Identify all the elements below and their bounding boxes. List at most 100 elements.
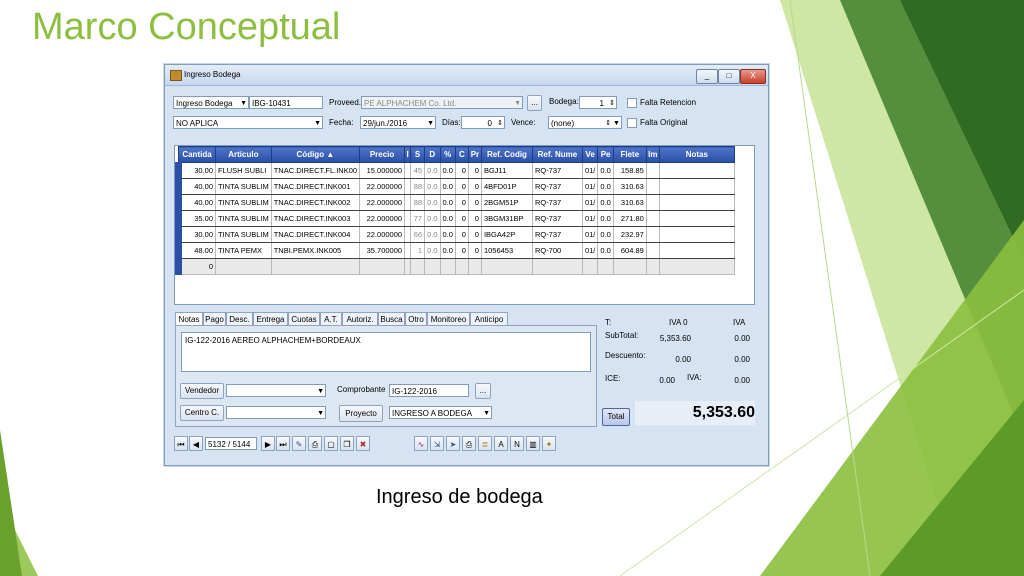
cell-c[interactable]: 0 bbox=[454, 162, 469, 179]
comprobante-search-button[interactable]: ... bbox=[475, 383, 491, 399]
centro-costo-button[interactable]: Centro C. bbox=[180, 405, 224, 421]
cell-codigo[interactable]: TNBI.PEMX.INK005 bbox=[270, 242, 361, 259]
new-row-cantidad[interactable]: 0 bbox=[175, 258, 216, 275]
vence-picker[interactable]: (none) ⇕ ▼ bbox=[548, 116, 622, 129]
cell-im[interactable] bbox=[645, 194, 660, 211]
cell-ref-codigo[interactable]: 3BGM31BP bbox=[480, 210, 533, 227]
cell-ref-codigo[interactable]: 2BGM51P bbox=[480, 194, 533, 211]
cell-ref-codigo[interactable]: 1056453 bbox=[480, 242, 533, 259]
cell-s[interactable]: 45 bbox=[410, 162, 426, 179]
list-icon[interactable]: ≣ bbox=[478, 436, 492, 451]
cell-notas[interactable] bbox=[658, 210, 735, 227]
proyecto-button[interactable]: Proyecto bbox=[339, 405, 383, 422]
cell-s[interactable]: 88 bbox=[410, 194, 426, 211]
new-row-cell[interactable] bbox=[439, 258, 456, 275]
cell-im[interactable] bbox=[645, 178, 660, 195]
cell-codigo[interactable]: TNAC.DIRECT.INK004 bbox=[270, 226, 361, 243]
col-c[interactable]: C bbox=[454, 146, 469, 163]
new-row-cell[interactable] bbox=[612, 258, 647, 275]
cell-c[interactable]: 0 bbox=[454, 194, 469, 211]
new-row[interactable]: 0 bbox=[175, 258, 735, 275]
new-row-cell[interactable] bbox=[270, 258, 361, 275]
falta-original-checkbox[interactable] bbox=[627, 118, 637, 128]
cell-pe[interactable]: 0.0 bbox=[597, 242, 614, 259]
cell-d[interactable]: 0.0 bbox=[424, 162, 441, 179]
cell-ref-codigo[interactable]: BGJ11 bbox=[480, 162, 533, 179]
tab-anticipo[interactable]: Anticipo bbox=[470, 312, 508, 325]
cell-im[interactable] bbox=[645, 162, 660, 179]
comprobante-field[interactable]: IG-122-2016 bbox=[389, 384, 469, 397]
new-row-cell[interactable] bbox=[597, 258, 614, 275]
cell-codigo[interactable]: TNAC.DIRECT.INK001 bbox=[270, 178, 361, 195]
cell-pe[interactable]: 0.0 bbox=[597, 178, 614, 195]
new-row-cell[interactable] bbox=[581, 258, 599, 275]
new-row-cell[interactable] bbox=[645, 258, 660, 275]
col-pe[interactable]: Pe bbox=[597, 146, 614, 163]
col-ref-numero[interactable]: Ref. Nume bbox=[531, 146, 583, 163]
col-d[interactable]: D bbox=[424, 146, 441, 163]
tab-busca[interactable]: Busca bbox=[378, 312, 405, 325]
cell-ref-numero[interactable]: RQ-737 bbox=[531, 210, 583, 227]
tab-pago[interactable]: Pago bbox=[203, 312, 226, 325]
cell-flete[interactable]: 232.97 bbox=[612, 226, 647, 243]
table-row[interactable]: 40.00 TINTA SUBLIM TNAC.DIRECT.INK002 22.00… bbox=[175, 194, 735, 211]
cell-articulo[interactable]: TINTA PEMX bbox=[215, 242, 272, 259]
cell-ref-numero[interactable]: RQ-700 bbox=[531, 242, 583, 259]
cell-pr[interactable]: 0 bbox=[467, 194, 482, 211]
cell-s[interactable]: 77 bbox=[410, 210, 426, 227]
proveedor-search-button[interactable]: ... bbox=[527, 95, 542, 111]
new-row-cell[interactable] bbox=[454, 258, 469, 275]
tab-autoriz[interactable]: Autoriz. bbox=[342, 312, 378, 325]
cell-porcentaje[interactable]: 0.0 bbox=[439, 194, 456, 211]
minimize-button[interactable]: _ bbox=[696, 69, 718, 84]
cell-ref-numero[interactable]: RQ-737 bbox=[531, 194, 583, 211]
tab-entrega[interactable]: Entrega bbox=[253, 312, 288, 325]
col-porcentaje[interactable]: % bbox=[439, 146, 456, 163]
cell-pr[interactable]: 0 bbox=[467, 178, 482, 195]
cell-d[interactable]: 0.0 bbox=[424, 226, 441, 243]
new-row-cell[interactable] bbox=[658, 258, 735, 275]
wand-icon[interactable]: ✦ bbox=[542, 436, 556, 451]
cell-pr[interactable]: 0 bbox=[467, 210, 482, 227]
cell-ve[interactable]: 01/ bbox=[581, 194, 599, 211]
new-row-cell[interactable] bbox=[424, 258, 441, 275]
cell-articulo[interactable]: FLUSH SUBLI bbox=[215, 162, 272, 179]
col-cantidad[interactable]: Cantida bbox=[178, 146, 216, 163]
cell-porcentaje[interactable]: 0.0 bbox=[439, 210, 456, 227]
falta-retencion-checkbox[interactable] bbox=[627, 98, 637, 108]
cell-d[interactable]: 0.0 bbox=[424, 194, 441, 211]
cell-porcentaje[interactable]: 0.0 bbox=[439, 178, 456, 195]
cell-c[interactable]: 0 bbox=[454, 226, 469, 243]
new-row-cell[interactable] bbox=[215, 258, 272, 275]
col-im[interactable]: Im bbox=[645, 146, 660, 163]
notes-textarea[interactable]: IG-122-2016 AEREO ALPHACHEM+BORDEAUX bbox=[181, 332, 591, 372]
first-record-button[interactable]: ⏮ bbox=[174, 436, 188, 451]
cell-notas[interactable] bbox=[658, 242, 735, 259]
cell-c[interactable]: 0 bbox=[454, 242, 469, 259]
col-codigo[interactable]: Código ▲ bbox=[270, 146, 361, 163]
cell-cantidad[interactable]: 48.00 bbox=[175, 242, 216, 259]
cell-flete[interactable]: 310.63 bbox=[612, 178, 647, 195]
tab-cuotas[interactable]: Cuotas bbox=[288, 312, 320, 325]
post-icon[interactable]: ⇲ bbox=[430, 436, 444, 451]
cell-codigo[interactable]: TNAC.DIRECT.INK002 bbox=[270, 194, 361, 211]
cell-cantidad[interactable]: 30.00 bbox=[175, 162, 216, 179]
tab-monitoreo[interactable]: Monitoreo bbox=[427, 312, 470, 325]
items-grid[interactable]: Cantida Artículo Código ▲ Precio I S D %… bbox=[174, 145, 755, 305]
cell-notas[interactable] bbox=[658, 194, 735, 211]
cell-cantidad[interactable]: 30.00 bbox=[175, 226, 216, 243]
cell-notas[interactable] bbox=[658, 162, 735, 179]
pointer-icon[interactable]: ➤ bbox=[446, 436, 460, 451]
cell-im[interactable] bbox=[645, 226, 660, 243]
table-row[interactable]: 35.00 TINTA SUBLIM TNAC.DIRECT.INK003 22.00… bbox=[175, 210, 735, 227]
centro-costo-select[interactable]: ▼ bbox=[226, 406, 326, 419]
col-ve[interactable]: Ve bbox=[581, 146, 599, 163]
next-record-button[interactable]: ▶ bbox=[261, 436, 275, 451]
cell-flete[interactable]: 604.89 bbox=[612, 242, 647, 259]
col-precio[interactable]: Precio bbox=[359, 146, 406, 163]
cell-cantidad[interactable]: 40.00 bbox=[175, 178, 216, 195]
cell-im[interactable] bbox=[645, 210, 660, 227]
cell-pr[interactable]: 0 bbox=[467, 242, 482, 259]
copy-icon[interactable]: ❐ bbox=[340, 436, 354, 451]
cell-s[interactable]: 88 bbox=[410, 178, 426, 195]
